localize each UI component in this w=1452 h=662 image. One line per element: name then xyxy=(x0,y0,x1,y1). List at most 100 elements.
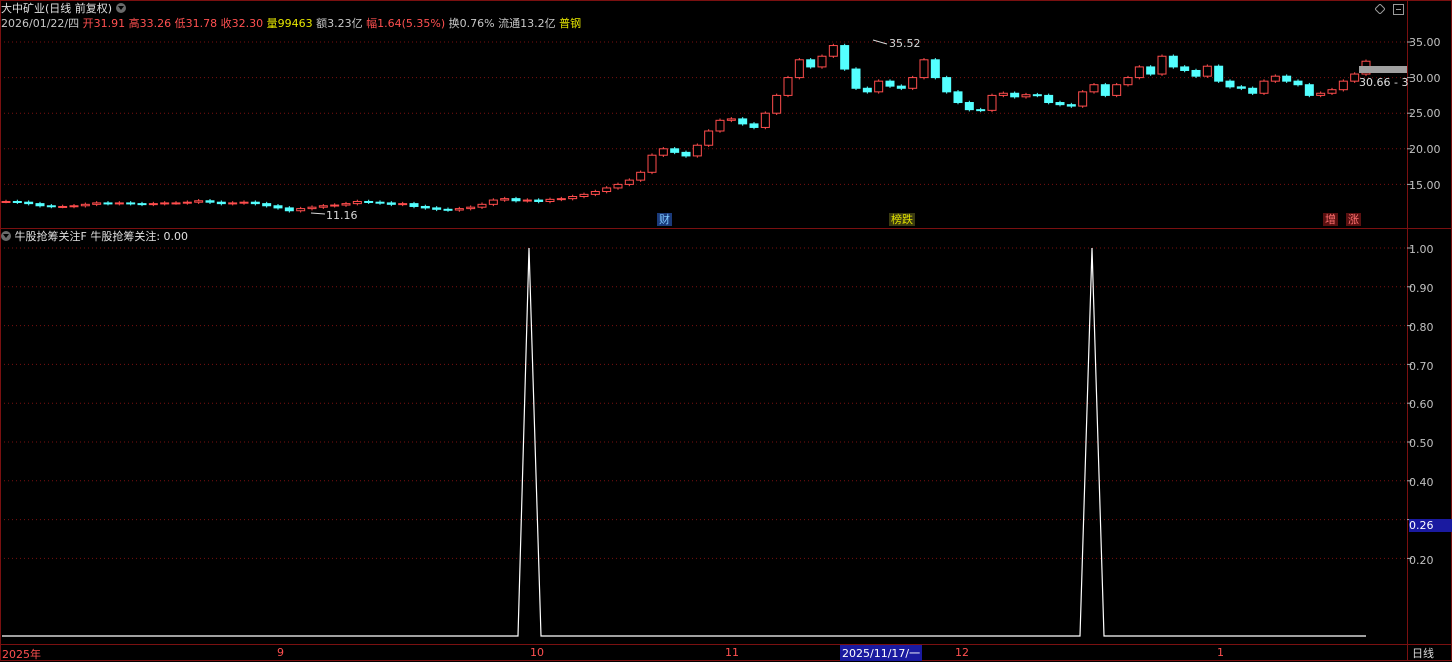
candle-body xyxy=(35,203,45,207)
candle-body xyxy=(692,144,702,157)
price-tick: 30.00 xyxy=(1409,72,1441,85)
candle-body xyxy=(590,191,600,195)
candle-body xyxy=(964,102,974,111)
candle-body xyxy=(670,148,680,153)
candle-body xyxy=(466,206,476,210)
candle-body xyxy=(1168,55,1178,68)
volume-value: 99463 xyxy=(277,17,313,30)
candle-body xyxy=(1134,66,1144,79)
event-tag-rise[interactable]: 涨 xyxy=(1346,213,1361,226)
candle-body xyxy=(148,203,158,206)
candle-body xyxy=(398,203,408,206)
volume-label: 量 xyxy=(266,17,278,30)
time-label: 9 xyxy=(277,646,284,659)
candle-body xyxy=(488,199,498,205)
change-value: 1.64(5.35%) xyxy=(377,17,446,30)
price-tick: 35.00 xyxy=(1409,36,1441,49)
candle-body xyxy=(1021,94,1031,98)
event-tag-increase[interactable]: 增 xyxy=(1323,213,1338,226)
candle-body xyxy=(840,45,850,70)
candle-body xyxy=(80,203,90,207)
candle-body xyxy=(534,199,544,202)
candle-body xyxy=(1316,92,1326,96)
candle-body xyxy=(749,123,759,128)
candle-body xyxy=(1112,84,1122,96)
low-value: 31.78 xyxy=(185,17,218,30)
chevron-down-icon[interactable] xyxy=(115,3,126,13)
candle-body xyxy=(1225,80,1235,88)
candle-body xyxy=(636,171,646,181)
indicator-tick: 0.90 xyxy=(1409,282,1434,295)
indicator-tick: 0.80 xyxy=(1409,321,1434,334)
indicator-current-value: 0.26 xyxy=(1409,519,1452,532)
high-marker-label: 35.52 xyxy=(889,37,921,50)
time-label: 11 xyxy=(725,646,739,659)
candle-body xyxy=(216,201,226,205)
candle-body xyxy=(1032,94,1042,97)
candle-body xyxy=(250,201,260,205)
low-marker-label: 11.16 xyxy=(326,209,358,222)
time-label: 10 xyxy=(530,646,544,659)
candle-body xyxy=(1248,87,1258,94)
candle-body xyxy=(205,200,215,203)
event-tag-finance[interactable]: 财 xyxy=(657,213,672,226)
candle-body xyxy=(760,112,770,128)
candle-body xyxy=(874,80,884,93)
candle-body xyxy=(454,208,464,211)
time-label: 1 xyxy=(1217,646,1224,659)
candle-body xyxy=(647,154,657,173)
event-tag-rank-drop[interactable]: 榜跌 xyxy=(889,213,915,226)
open-label: 开 xyxy=(82,17,94,30)
indicator-value: 牛股抢筹关注: 0.00 xyxy=(90,230,189,243)
stock-title: 大中矿业(日线 前复权) xyxy=(1,2,113,15)
candle-body xyxy=(477,203,487,208)
candle-body xyxy=(1338,80,1348,91)
candle-body xyxy=(942,77,952,93)
candle-body xyxy=(92,202,102,205)
candle-body xyxy=(726,118,736,121)
candle-body xyxy=(273,205,283,209)
candle-body xyxy=(1259,80,1269,94)
period-button[interactable]: 日线 xyxy=(1412,645,1434,661)
sector-tag[interactable]: 普钢 xyxy=(559,17,581,30)
quote-line: 2026/01/22/四 开31.91 高33.26 低31.78 收32.30… xyxy=(1,18,581,30)
candle-body xyxy=(171,202,181,205)
candle-body xyxy=(58,205,68,208)
candle-body xyxy=(1146,66,1156,75)
diamond-icon[interactable] xyxy=(1374,3,1386,15)
candle-body xyxy=(126,202,136,205)
price-tick: 20.00 xyxy=(1409,143,1441,156)
candle-body xyxy=(262,203,272,207)
candle-body xyxy=(114,202,124,205)
collapse-icon[interactable] xyxy=(1393,4,1404,15)
candle-body xyxy=(1236,86,1246,89)
cursor-date: 2025/11/17/一 xyxy=(840,645,923,661)
candle-body xyxy=(715,119,725,132)
candle-body xyxy=(352,200,362,205)
candle-body xyxy=(1010,92,1020,98)
stock-chart-canvas[interactable] xyxy=(0,0,1452,661)
candle-body xyxy=(658,148,668,156)
candle-body xyxy=(953,91,963,104)
candle-body xyxy=(12,200,22,203)
candle-body xyxy=(851,68,861,89)
candle-body xyxy=(46,205,56,208)
indicator-tick: 0.60 xyxy=(1409,398,1434,411)
candle-body xyxy=(296,208,306,212)
candle-body xyxy=(1304,84,1314,96)
candle-body xyxy=(568,196,578,200)
chevron-down-icon[interactable] xyxy=(1,231,11,241)
candle-body xyxy=(681,151,691,157)
quote-date: 2026/01/22/四 xyxy=(1,17,80,30)
indicator-title[interactable]: 牛股抢筹关注F xyxy=(15,230,87,243)
candle-body xyxy=(896,85,906,89)
candle-body xyxy=(579,193,589,198)
amount-value: 3.23亿 xyxy=(327,17,363,30)
high-value: 33.26 xyxy=(139,17,172,30)
candle-body xyxy=(228,202,238,205)
candle-body xyxy=(987,94,997,111)
candle-body xyxy=(443,208,453,211)
candle-body xyxy=(613,183,623,189)
candle-body xyxy=(1191,69,1201,77)
candle-body xyxy=(318,205,328,208)
